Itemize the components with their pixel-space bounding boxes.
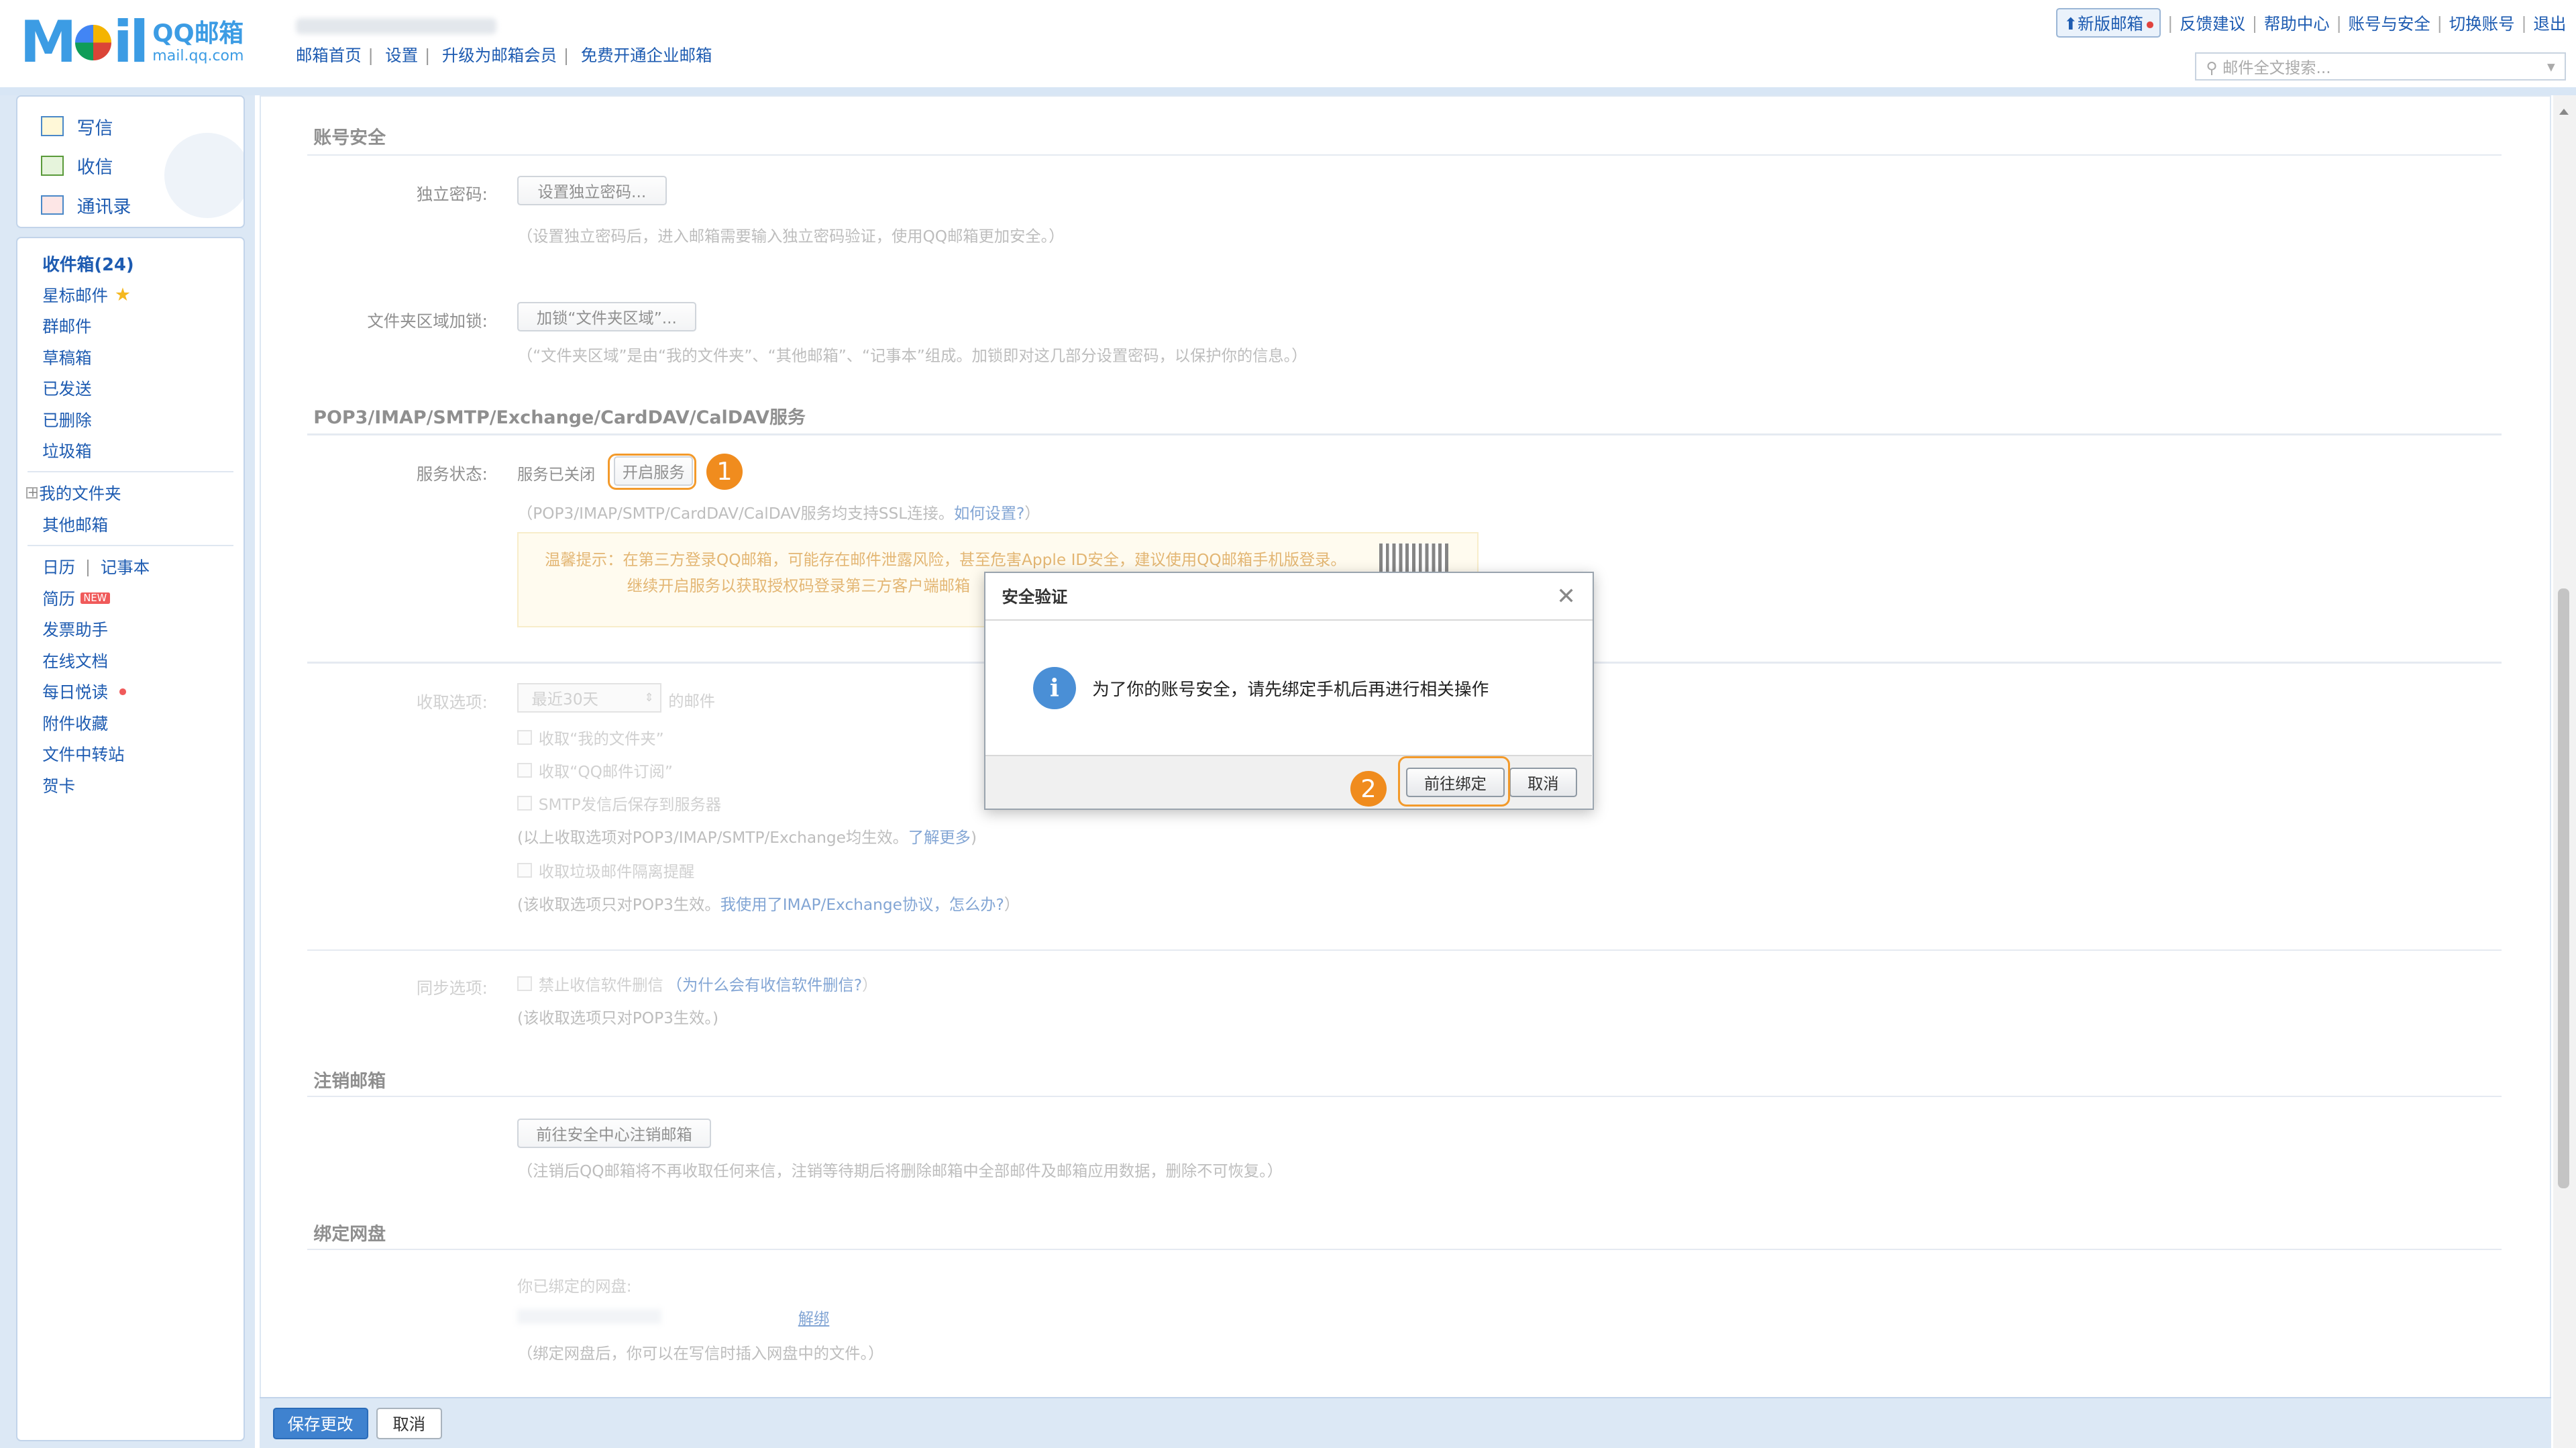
account-name-blurred bbox=[295, 17, 496, 35]
calendar-notes-row: 日历 | 记事本 bbox=[17, 551, 243, 582]
scrollbar-thumb[interactable] bbox=[2558, 588, 2570, 1188]
folder-panel: 收件箱(24) 星标邮件 ★ 群邮件 草稿箱 已发送 已删除 垃圾箱 + 我的文件夹… bbox=[16, 236, 245, 1441]
step-marker-1: 1 bbox=[706, 453, 743, 490]
info-icon: i bbox=[1032, 666, 1076, 710]
nav-upgrade-vip[interactable]: 升级为邮箱会员 bbox=[442, 46, 557, 65]
mail-logo-mark: Mil bbox=[19, 8, 149, 76]
highlight-enable-service bbox=[608, 453, 697, 490]
dialog-header: 安全验证 ✕ bbox=[985, 573, 1593, 621]
notice-dot bbox=[2146, 21, 2153, 28]
new-badge: NEW bbox=[80, 592, 111, 604]
contacts-icon bbox=[40, 195, 64, 215]
bottom-action-bar: 保存更改 取消 bbox=[259, 1396, 2552, 1448]
main-actions-panel: 写信 收信 通讯录 bbox=[16, 95, 245, 229]
brand-url: mail.qq.com bbox=[152, 48, 244, 65]
notice-dot bbox=[119, 688, 127, 695]
link-account-security[interactable]: 账号与安全 bbox=[2349, 11, 2430, 35]
cancel-button[interactable]: 取消 bbox=[376, 1408, 442, 1439]
folder-sent[interactable]: 已发送 bbox=[17, 372, 243, 404]
nav-mail-home[interactable]: 邮箱首页 bbox=[296, 46, 362, 65]
step-marker-2: 2 bbox=[1350, 770, 1387, 807]
compose-icon bbox=[40, 116, 64, 136]
highlight-go-bind bbox=[1398, 756, 1510, 807]
top-links: ⬆新版邮箱 | 反馈建议 | 帮助中心 | 账号与安全 | 切换账号 | 退出 bbox=[2055, 8, 2566, 38]
qq-mail-logo[interactable]: Mil QQ邮箱 mail.qq.com bbox=[19, 13, 244, 72]
close-icon[interactable]: ✕ bbox=[1556, 583, 1576, 610]
inbox-icon bbox=[40, 156, 64, 176]
link-invoice-helper[interactable]: 发票助手 bbox=[17, 613, 243, 645]
link-switch-account[interactable]: 切换账号 bbox=[2449, 11, 2515, 35]
folder-my-folders[interactable]: + 我的文件夹 bbox=[17, 478, 243, 509]
folder-starred[interactable]: 星标邮件 ★ bbox=[17, 279, 243, 311]
nav-enterprise-mail[interactable]: 免费开通企业邮箱 bbox=[581, 46, 712, 65]
new-mail-version-button[interactable]: ⬆新版邮箱 bbox=[2055, 8, 2161, 38]
chevron-down-icon[interactable]: ▾ bbox=[2547, 58, 2555, 76]
qq-mail-window: Mil QQ邮箱 mail.qq.com 邮箱首页 | 设置 | 升级为邮箱会员 | … bbox=[0, 0, 2576, 1448]
folder-group-mail[interactable]: 群邮件 bbox=[17, 310, 243, 342]
contacts-button[interactable]: 通讯录 bbox=[40, 185, 244, 225]
vertical-scrollbar[interactable] bbox=[2553, 95, 2576, 1448]
link-online-docs[interactable]: 在线文档 bbox=[17, 645, 243, 676]
star-icon: ★ bbox=[114, 284, 131, 305]
folder-deleted[interactable]: 已删除 bbox=[17, 404, 243, 435]
header-divider bbox=[0, 87, 2576, 96]
nav-settings[interactable]: 设置 bbox=[385, 46, 418, 65]
link-attachment-favorites[interactable]: 附件收藏 bbox=[17, 707, 243, 739]
link-daily-reading[interactable]: 每日悦读 bbox=[17, 676, 243, 707]
link-logout[interactable]: 退出 bbox=[2533, 11, 2566, 35]
dialog-cancel-button[interactable]: 取消 bbox=[1509, 767, 1577, 797]
link-file-transfer[interactable]: 文件中转站 bbox=[17, 738, 243, 770]
scroll-up-icon[interactable] bbox=[2559, 109, 2569, 115]
link-help-center[interactable]: 帮助中心 bbox=[2264, 11, 2330, 35]
folder-inbox[interactable]: 收件箱(24) bbox=[17, 248, 243, 279]
folder-spam[interactable]: 垃圾箱 bbox=[17, 435, 243, 466]
brand-name: QQ邮箱 bbox=[152, 18, 244, 48]
receive-button[interactable]: 收信 bbox=[40, 146, 244, 185]
top-nav: 邮箱首页 | 设置 | 升级为邮箱会员 | 免费开通企业邮箱 bbox=[295, 45, 712, 65]
dialog-message: 为了你的账号安全，请先绑定手机后再进行相关操作 bbox=[1092, 680, 1489, 701]
expand-icon[interactable]: + bbox=[25, 486, 38, 499]
folder-other-mailbox[interactable]: 其他邮箱 bbox=[17, 509, 243, 540]
dialog-title: 安全验证 bbox=[1002, 587, 1068, 607]
link-greeting-cards[interactable]: 贺卡 bbox=[17, 770, 243, 801]
link-resume[interactable]: 简历 NEW bbox=[17, 582, 243, 614]
compose-button[interactable]: 写信 bbox=[40, 107, 244, 146]
search-input[interactable]: ⚲ 邮件全文搜索... ▾ bbox=[2194, 52, 2567, 81]
link-notes[interactable]: 记事本 bbox=[101, 555, 150, 578]
folder-drafts[interactable]: 草稿箱 bbox=[17, 342, 243, 373]
link-feedback[interactable]: 反馈建议 bbox=[2180, 11, 2245, 35]
link-calendar[interactable]: 日历 bbox=[42, 555, 75, 578]
dialog-body: i 为了你的账号安全，请先绑定手机后再进行相关操作 bbox=[985, 621, 1593, 756]
search-icon: ⚲ bbox=[2206, 59, 2218, 78]
save-changes-button[interactable]: 保存更改 bbox=[272, 1408, 368, 1439]
